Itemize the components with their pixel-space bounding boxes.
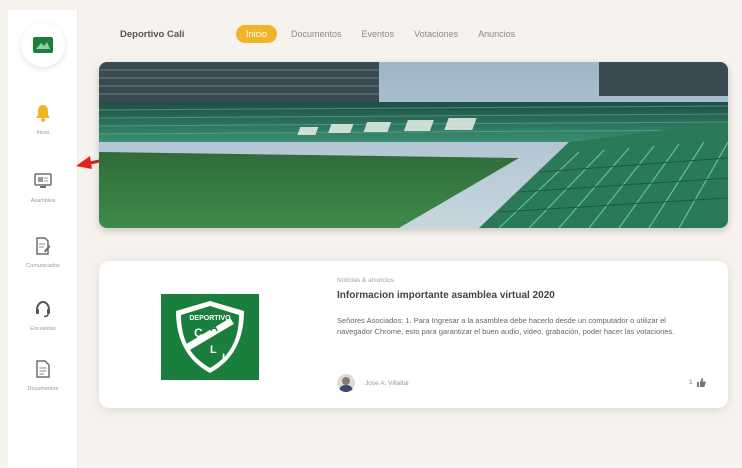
sidebar-item-documentos[interactable]: Documentos [8, 358, 78, 392]
headset-icon [32, 298, 54, 320]
document-icon [32, 358, 54, 380]
logo-letter-i: I [222, 352, 225, 364]
like-count: 1 [689, 379, 693, 386]
thumbs-up-icon [696, 378, 706, 387]
hero-banner-image [99, 62, 728, 228]
card-body: Señores Asociados: 1. Para Ingresar a la… [337, 316, 675, 336]
logo-letter-a: A [210, 322, 218, 334]
sidebar-item-label: Comunicados [26, 263, 60, 269]
logo-letter-c: C [194, 326, 203, 340]
sidebar: Inicio Asamblea Comunicados Encuestas Do… [8, 10, 78, 468]
card-title[interactable]: Informacion importante asamblea virtual … [337, 290, 555, 301]
sidebar-item-label: Inicio [36, 130, 50, 136]
app-logo-button[interactable] [21, 23, 65, 67]
sidebar-item-label: Documentos [27, 386, 59, 392]
sidebar-item-encuestas[interactable]: Encuestas [8, 298, 78, 332]
tab-eventos[interactable]: Eventos [362, 25, 395, 43]
sidebar-item-comunicados[interactable]: Comunicados [8, 235, 78, 269]
bell-icon [32, 102, 54, 124]
edit-document-icon [32, 235, 54, 257]
tab-documentos[interactable]: Documentos [291, 25, 342, 43]
tab-inicio[interactable]: Inicio [236, 25, 278, 43]
sidebar-item-inicio[interactable]: Inicio [8, 102, 78, 136]
like-button[interactable]: 1 [689, 378, 706, 387]
monitor-icon [32, 170, 54, 192]
brand-title: Deportivo Cali [120, 29, 185, 40]
news-card[interactable]: DEPORTIVO C A L I Noticias & anuncios In… [99, 261, 728, 408]
logo-text: DEPORTIVO [189, 315, 231, 322]
top-nav-tabs: Inicio Documentos Eventos Votaciones Anu… [236, 25, 535, 43]
tab-anuncios[interactable]: Anuncios [478, 25, 515, 43]
avatar [337, 374, 355, 392]
author-name: Jose A. Villaltal [365, 379, 409, 387]
card-author: Jose A. Villaltal [337, 374, 409, 392]
deportivo-cali-logo: DEPORTIVO C A L I [161, 294, 259, 380]
sidebar-item-label: Encuestas [30, 326, 56, 332]
logo-letter-l: L [210, 344, 217, 356]
tab-votaciones[interactable]: Votaciones [414, 25, 458, 43]
app-logo-icon [33, 37, 53, 53]
sidebar-item-label: Asamblea [30, 198, 56, 204]
card-category: Noticias & anuncios [337, 277, 395, 284]
sidebar-item-asamblea[interactable]: Asamblea [8, 170, 78, 204]
